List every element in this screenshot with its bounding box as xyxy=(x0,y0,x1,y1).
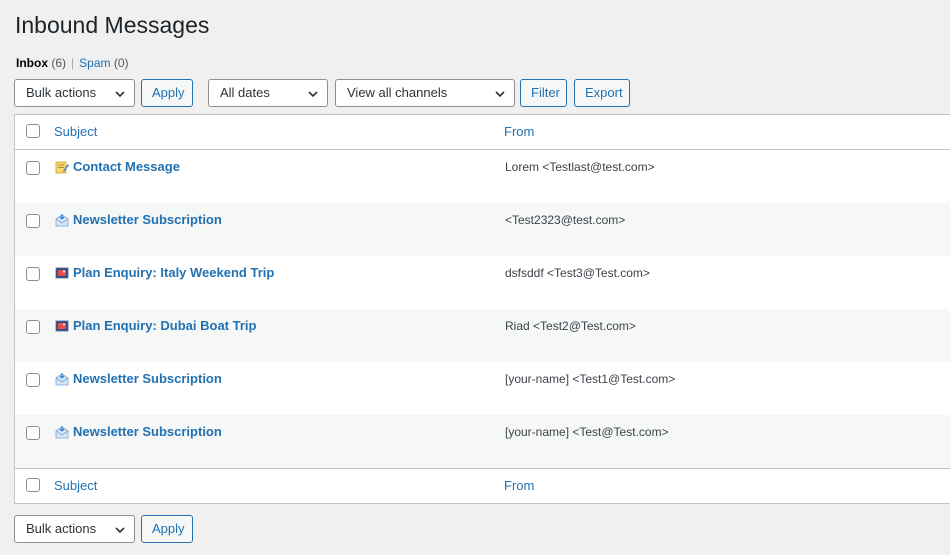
row-checkbox[interactable] xyxy=(26,267,40,281)
chevron-down-icon xyxy=(115,527,125,534)
apply-button-bottom[interactable]: Apply xyxy=(141,515,193,543)
message-from: [your-name] <Test@Test.com> xyxy=(505,425,669,439)
channels-select[interactable]: View all channels xyxy=(335,79,515,107)
plan-icon xyxy=(55,267,69,279)
row-checkbox[interactable] xyxy=(26,214,40,228)
table-header: Subject From xyxy=(15,115,950,150)
page-title: Inbound Messages xyxy=(15,12,210,38)
message-from: <Test2323@test.com> xyxy=(505,213,626,227)
message-subject-link[interactable]: Contact Message xyxy=(73,159,180,174)
newsletter-icon xyxy=(55,214,69,227)
messages-table: Subject From Contact Message Lorem <Test… xyxy=(14,114,950,504)
bulk-actions-value: Bulk actions xyxy=(26,85,97,100)
message-subject-link[interactable]: Newsletter Subscription xyxy=(73,424,222,439)
column-from[interactable]: From xyxy=(504,124,534,139)
table-row: Plan Enquiry: Italy Weekend Trip dsfsddf… xyxy=(15,256,950,309)
view-spam[interactable]: Spam (0) xyxy=(79,56,128,70)
dates-value: All dates xyxy=(220,85,270,100)
message-from: [your-name] <Test1@Test.com> xyxy=(505,372,676,386)
table-row: Newsletter Subscription <Test2323@test.c… xyxy=(15,203,950,256)
view-spam-label: Spam xyxy=(79,56,111,70)
view-filters: Inbox (6) | Spam (0) xyxy=(16,56,129,70)
page: Inbound Messages Inbox (6) | Spam (0) Bulk… xyxy=(0,0,950,555)
chevron-down-icon xyxy=(308,91,318,98)
apply-button[interactable]: Apply xyxy=(141,79,193,107)
select-all-checkbox[interactable] xyxy=(26,124,40,138)
note-icon xyxy=(55,161,69,174)
view-inbox[interactable]: Inbox (6) xyxy=(16,56,66,70)
table-row: Newsletter Subscription [your-name] <Tes… xyxy=(15,362,950,415)
plan-icon xyxy=(55,320,69,332)
chevron-down-icon xyxy=(495,91,505,98)
message-subject-link[interactable]: Newsletter Subscription xyxy=(73,212,222,227)
row-checkbox[interactable] xyxy=(26,373,40,387)
message-subject-link[interactable]: Newsletter Subscription xyxy=(73,371,222,386)
export-button[interactable]: Export xyxy=(574,79,630,107)
dates-select[interactable]: All dates xyxy=(208,79,328,107)
channels-value: View all channels xyxy=(347,85,448,100)
message-subject-link[interactable]: Plan Enquiry: Dubai Boat Trip xyxy=(73,318,256,333)
message-from: Lorem <Testlast@test.com> xyxy=(505,160,655,174)
bulk-actions-value: Bulk actions xyxy=(26,521,97,536)
row-checkbox[interactable] xyxy=(26,320,40,334)
view-spam-count: (0) xyxy=(113,56,129,70)
table-row: Plan Enquiry: Dubai Boat Trip Riad <Test… xyxy=(15,309,950,362)
table-row: Contact Message Lorem <Testlast@test.com… xyxy=(15,150,950,203)
message-from: dsfsddf <Test3@Test.com> xyxy=(505,266,650,280)
column-subject[interactable]: Subject xyxy=(54,478,97,493)
row-checkbox[interactable] xyxy=(26,426,40,440)
select-all-checkbox[interactable] xyxy=(26,478,40,492)
column-subject[interactable]: Subject xyxy=(54,124,97,139)
row-checkbox[interactable] xyxy=(26,161,40,175)
view-inbox-label: Inbox xyxy=(16,56,48,70)
column-from[interactable]: From xyxy=(504,478,534,493)
chevron-down-icon xyxy=(115,91,125,98)
bulk-actions-select[interactable]: Bulk actions xyxy=(14,79,135,107)
message-subject-link[interactable]: Plan Enquiry: Italy Weekend Trip xyxy=(73,265,274,280)
table-footer: Subject From xyxy=(15,468,950,503)
filter-button[interactable]: Filter xyxy=(520,79,567,107)
table-row: Newsletter Subscription [your-name] <Tes… xyxy=(15,415,950,468)
view-separator: | xyxy=(71,56,75,70)
bulk-actions-select-bottom[interactable]: Bulk actions xyxy=(14,515,135,543)
view-inbox-count: (6) xyxy=(51,56,67,70)
newsletter-icon xyxy=(55,373,69,386)
message-from: Riad <Test2@Test.com> xyxy=(505,319,636,333)
newsletter-icon xyxy=(55,426,69,439)
